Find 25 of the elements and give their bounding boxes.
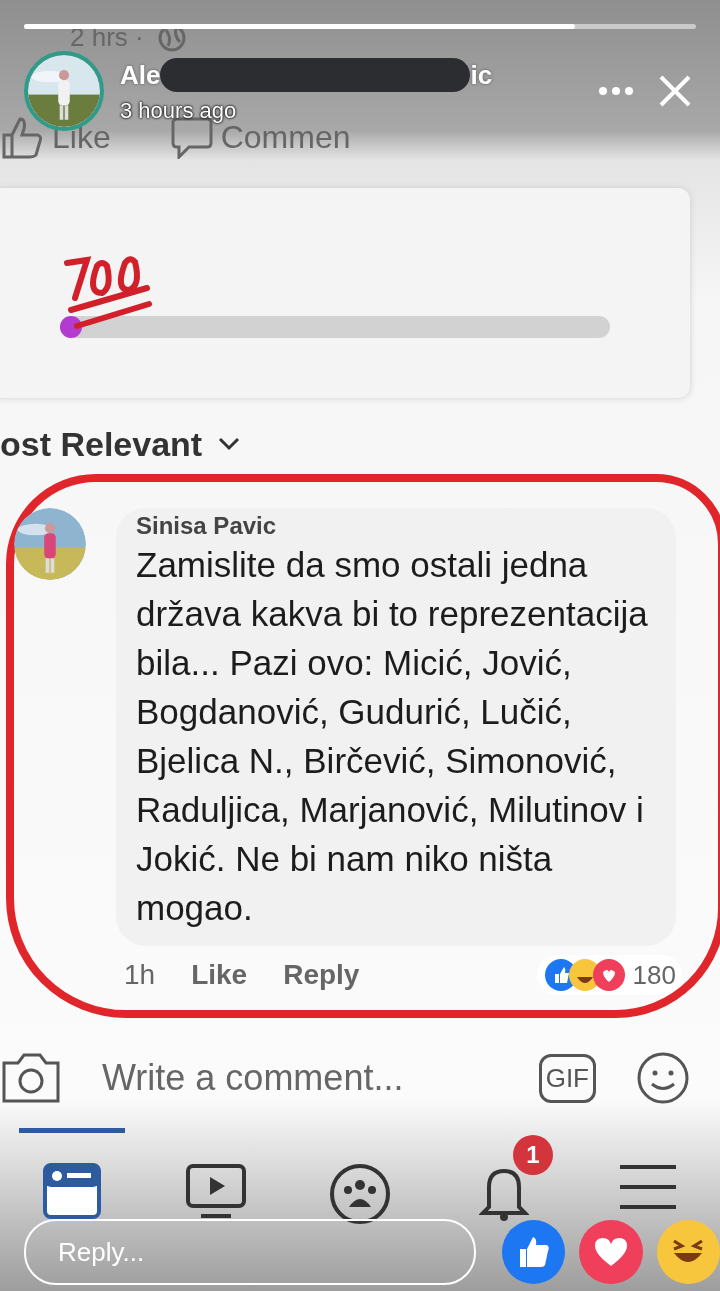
comment-time: 1h <box>124 959 156 991</box>
nav-tab[interactable] <box>19 1128 125 1219</box>
comment-text: Zamislite da smo ostali jedna država kakva bi to reprezentacija bila... Pazi ovo: Micić, Jović, Bogdanović, Gudurić, Lučić, Bjelica N., Birčević, Simonović, Raduljica, Marjanović, Milutinov i Jokić. Ne bi nam niko ništa mogao. <box>136 544 649 929</box>
reply-link[interactable]: Reply <box>283 959 360 991</box>
video-icon <box>185 1163 247 1221</box>
slider-track[interactable] <box>60 316 610 338</box>
commenter-name[interactable]: Sinisa Pavic <box>136 512 656 540</box>
close-icon <box>658 74 692 108</box>
heart-icon <box>592 1236 629 1268</box>
nav-tab[interactable]: 1 <box>455 1128 553 1221</box>
like-link[interactable]: Like <box>191 959 248 991</box>
reaction-summary[interactable]: 180 <box>536 955 682 995</box>
camera-icon[interactable] <box>0 1051 62 1105</box>
gif-button[interactable]: GIF <box>538 1053 596 1103</box>
more-icon <box>598 86 634 96</box>
reaction-count: 180 <box>632 959 676 991</box>
thumbs-up-icon <box>0 115 44 159</box>
smiley-icon[interactable] <box>636 1051 690 1105</box>
news-feed-icon <box>43 1163 101 1219</box>
notification-badge: 1 <box>513 1135 553 1175</box>
groups-icon <box>329 1163 391 1225</box>
chevron-down-icon[interactable] <box>218 437 241 451</box>
sort-label[interactable]: ost Relevant <box>0 424 203 464</box>
menu-icon <box>620 1163 676 1211</box>
comment-field[interactable]: Write a comment... <box>102 1057 499 1099</box>
